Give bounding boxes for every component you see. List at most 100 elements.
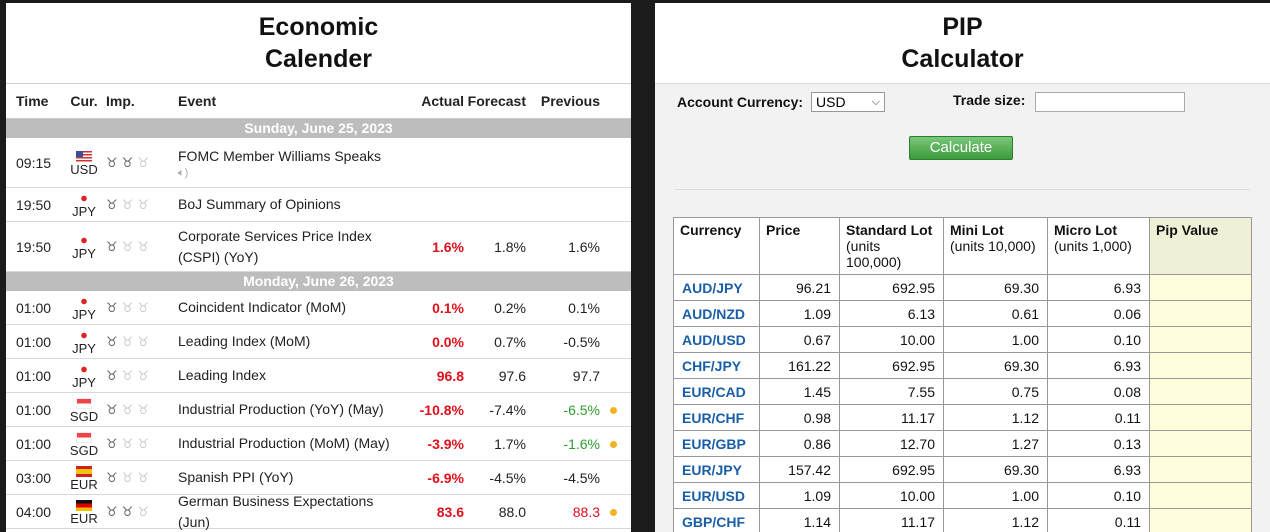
micro-lot-value: 6.93 — [1047, 456, 1150, 483]
account-currency-label: Account Currency: — [677, 94, 804, 110]
event-title[interactable]: Spanish PPI (YoY) — [178, 469, 293, 485]
event-time: 01:00 — [16, 333, 52, 350]
event-name[interactable]: Spanish PPI (YoY) — [178, 467, 407, 488]
pair-link[interactable]: AUD/NZD — [673, 300, 760, 327]
event-name[interactable]: Leading Index (MoM) — [178, 331, 407, 352]
bull-importance-icon: ♉︎ — [121, 299, 134, 315]
standard-lot-value: 11.17 — [839, 404, 944, 431]
standard-lot-value: 12.70 — [839, 430, 944, 457]
event-row[interactable]: 04:00 EUR ♉︎ ♉︎ ♉︎ German Business Expecta… — [6, 493, 631, 530]
event-previous: -4.5% — [563, 469, 600, 486]
event-title[interactable]: Corporate Services Price Index (CSPI) (Y… — [178, 228, 372, 265]
header-price: Price — [759, 217, 840, 275]
bull-importance-icon: ♉︎ — [137, 367, 149, 383]
pair-link[interactable]: GBP/CHF — [673, 508, 760, 532]
pair-link[interactable]: EUR/JPY — [673, 456, 760, 483]
pip-form: Account Currency: USD ⌵ Trade size: Calc… — [675, 84, 1250, 190]
event-time: 03:00 — [16, 469, 52, 486]
currency-code: USD — [70, 161, 98, 177]
event-row[interactable]: 01:00 SGD ♉︎ ♉︎ ♉︎ Industrial Production (… — [6, 427, 631, 461]
pair-link[interactable]: EUR/GBP — [673, 430, 760, 457]
event-row[interactable]: 01:00 JPY ♉︎ ♉︎ ♉︎ Coincident Indicator (M… — [6, 291, 631, 325]
header-previous[interactable]: Previous — [526, 93, 600, 109]
event-title[interactable]: FOMC Member Williams Speaks — [178, 148, 381, 164]
event-title[interactable]: Coincident Indicator (MoM) — [178, 299, 346, 315]
pip-value-cell — [1149, 274, 1252, 301]
event-currency: EUR — [64, 464, 104, 492]
bull-importance-icon: ♉︎ — [121, 503, 134, 519]
event-name[interactable]: Corporate Services Price Index (CSPI) (Y… — [178, 226, 407, 268]
event-importance: ♉︎ ♉︎ ♉︎ — [104, 469, 178, 487]
event-name[interactable]: BoJ Summary of Opinions — [178, 194, 407, 215]
event-time: 01:00 — [16, 367, 52, 384]
pair-price: 157.42 — [759, 456, 840, 483]
pair-link[interactable]: AUD/USD — [673, 326, 760, 353]
event-row[interactable]: 01:00 JPY ♉︎ ♉︎ ♉︎ Leading Index (MoM) 0.0… — [6, 325, 631, 359]
event-title[interactable]: BoJ Summary of Opinions — [178, 196, 341, 212]
bull-importance-icon: ♉︎ — [137, 503, 149, 519]
bull-importance-icon: ♉︎ — [121, 238, 134, 254]
currency-code: EUR — [70, 510, 98, 526]
event-row[interactable]: 01:00 JPY ♉︎ ♉︎ ♉︎ Leading Index 96.8 97.6… — [6, 359, 631, 393]
header-importance[interactable]: Imp. — [104, 93, 178, 109]
event-name[interactable]: Industrial Production (YoY) (May) — [178, 399, 407, 420]
event-title[interactable]: Industrial Production (YoY) (May) — [178, 401, 384, 417]
header-mini-lot: Mini Lot (units 10,000) — [943, 217, 1048, 275]
account-currency-select[interactable]: USD ⌵ — [811, 92, 885, 112]
standard-lot-value: 692.95 — [839, 352, 944, 379]
event-time: 09:15 — [16, 154, 52, 171]
economic-calendar-panel: Economic Calender Time Cur. Imp. Event A… — [6, 3, 631, 532]
standard-lot-units: (units 100,000) — [846, 238, 902, 270]
event-title[interactable]: Leading Index — [178, 367, 266, 383]
currency-code: JPY — [72, 306, 96, 322]
pair-link[interactable]: EUR/CHF — [673, 404, 760, 431]
event-name[interactable]: Leading Index — [178, 365, 407, 386]
header-time[interactable]: Time — [6, 93, 64, 109]
country-flag-icon — [76, 465, 92, 477]
event-name[interactable]: Industrial Production (MoM) (May) — [178, 433, 407, 454]
event-title[interactable]: Leading Index (MoM) — [178, 333, 310, 349]
mini-lot-value: 1.00 — [943, 482, 1048, 509]
event-name[interactable]: FOMC Member Williams Speaks 🔈︎) — [178, 146, 407, 180]
header-forecast[interactable]: Forecast — [464, 93, 526, 109]
bull-importance-icon: ♉︎ — [106, 503, 118, 519]
pair-link[interactable]: EUR/CAD — [673, 378, 760, 405]
event-title[interactable]: Industrial Production (MoM) (May) — [178, 435, 390, 451]
event-previous: 97.7 — [572, 367, 600, 384]
event-actual: 1.6% — [432, 238, 464, 255]
mini-lot-units: (units 10,000) — [950, 238, 1036, 254]
event-row[interactable]: 19:50 JPY ♉︎ ♉︎ ♉︎ Corporate Services Pric… — [6, 222, 631, 272]
pair-link[interactable]: CHF/JPY — [673, 352, 760, 379]
bull-importance-icon: ♉︎ — [137, 401, 149, 417]
event-forecast: 1.8% — [494, 238, 526, 255]
pair-link[interactable]: EUR/USD — [673, 482, 760, 509]
event-currency: JPY — [64, 328, 104, 356]
pair-link[interactable]: AUD/JPY — [673, 274, 760, 301]
event-name[interactable]: German Business Expectations (Jun) — [178, 491, 407, 532]
event-importance: ♉︎ ♉︎ ♉︎ — [104, 299, 178, 317]
event-actual: 96.8 — [436, 367, 464, 384]
micro-lot-value: 0.10 — [1047, 326, 1150, 353]
standard-lot-value: 10.00 — [839, 326, 944, 353]
pip-value-cell — [1149, 352, 1252, 379]
calendar-header-row: Time Cur. Imp. Event Actual Forecast Pre… — [6, 84, 631, 119]
event-title[interactable]: German Business Expectations (Jun) — [178, 493, 373, 530]
event-row[interactable]: 09:15 USD ♉︎ ♉︎ ♉︎ FOMC Member Williams Sp… — [6, 138, 631, 188]
trade-size-input[interactable] — [1035, 92, 1185, 112]
event-row[interactable]: 19:50 JPY ♉︎ ♉︎ ♉︎ BoJ Summary of Opinions — [6, 188, 631, 222]
header-actual[interactable]: Actual — [407, 93, 464, 109]
event-importance: ♉︎ ♉︎ ♉︎ — [104, 196, 178, 214]
header-currency[interactable]: Cur. — [64, 93, 104, 109]
pip-title-line2: Calculator — [901, 45, 1024, 73]
mini-lot-value: 1.27 — [943, 430, 1048, 457]
pair-price: 1.09 — [759, 482, 840, 509]
pip-value-cell — [1149, 508, 1252, 532]
standard-lot-value: 7.55 — [839, 378, 944, 405]
event-importance: ♉︎ ♉︎ ♉︎ — [104, 154, 178, 172]
header-event[interactable]: Event — [178, 93, 407, 109]
mini-lot-value: 1.12 — [943, 404, 1048, 431]
calendar-body: Sunday, June 25, 2023 09:15 USD ♉︎ ♉︎ ♉︎ F… — [6, 119, 631, 530]
event-name[interactable]: Coincident Indicator (MoM) — [178, 297, 407, 318]
calculate-button[interactable]: Calculate — [909, 136, 1013, 160]
event-row[interactable]: 01:00 SGD ♉︎ ♉︎ ♉︎ Industrial Production (… — [6, 393, 631, 427]
